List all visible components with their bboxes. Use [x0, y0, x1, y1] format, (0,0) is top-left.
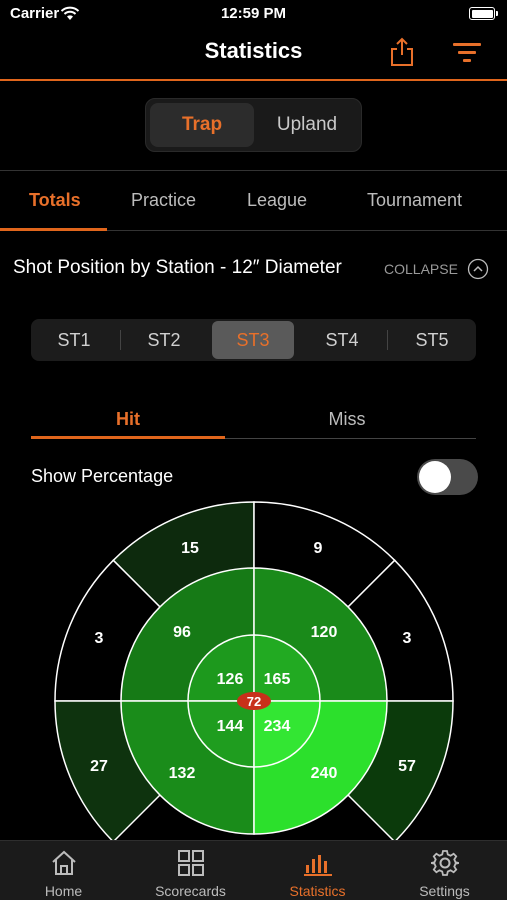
page-title: Statistics — [204, 38, 303, 63]
tab-practice[interactable]: Practice — [131, 190, 196, 211]
filter-icon[interactable] — [452, 40, 482, 64]
section-title: Shot Position by Station - 12″ Diameter — [13, 257, 342, 278]
inner-top-left-value: 126 — [217, 671, 244, 688]
middle-bottom-right-value: 240 — [311, 765, 338, 782]
divider — [120, 330, 121, 350]
tabbar-home-label: Home — [44, 883, 83, 899]
inner-bottom-right-value: 234 — [264, 718, 291, 735]
home-icon — [51, 850, 76, 875]
tabbar-settings[interactable]: Settings — [381, 841, 507, 900]
status-bar: Carrier 12:59 PM — [0, 0, 507, 30]
middle-bottom-left-value: 132 — [169, 765, 196, 782]
nav-divider — [0, 79, 507, 81]
hit-indicator — [31, 436, 225, 439]
toggle-knob — [419, 461, 451, 493]
tab-league[interactable]: League — [247, 190, 307, 211]
grid-icon — [177, 850, 204, 876]
chevron-up-icon[interactable] — [467, 258, 489, 280]
station-st5[interactable]: ST5 — [391, 321, 473, 359]
type-segment-control: Trap Upland — [145, 98, 362, 152]
segment-upland[interactable]: Upland — [256, 103, 358, 147]
outer-left-upper-value: 3 — [95, 630, 104, 647]
middle-top-left-value: 96 — [173, 624, 191, 641]
middle-top-right-value: 120 — [311, 624, 338, 641]
battery-icon — [469, 7, 498, 20]
tabbar-scorecards[interactable]: Scorecards — [127, 841, 254, 900]
outer-left-lower-value: 27 — [90, 758, 108, 775]
center-value: 72 — [247, 694, 261, 709]
collapse-button[interactable]: COLLAPSE — [384, 261, 458, 277]
station-st1[interactable]: ST1 — [33, 321, 115, 359]
station-st4[interactable]: ST4 — [301, 321, 383, 359]
divider — [387, 330, 388, 350]
outer-right-lower-value: 57 — [398, 758, 416, 775]
station-selector: ST1 ST2 ST3 ST4 ST5 — [31, 319, 476, 361]
shot-position-target: 15 9 3 3 27 57 96 120 132 240 126 165 14… — [54, 501, 454, 840]
outer-top-left-value: 15 — [181, 540, 199, 557]
show-percentage-label: Show Percentage — [31, 466, 174, 486]
tabbar-statistics[interactable]: Statistics — [254, 841, 381, 900]
status-time: 12:59 PM — [220, 5, 287, 22]
share-icon[interactable] — [389, 37, 415, 67]
tabbar-scorecards-label: Scorecards — [155, 883, 226, 899]
gear-icon — [430, 850, 459, 876]
tab-bar: Home Scorecards Statistics Settings — [0, 840, 507, 900]
inner-bottom-left-value: 144 — [217, 718, 244, 735]
tabbar-statistics-label: Statistics — [289, 883, 346, 899]
segment-trap[interactable]: Trap — [150, 103, 254, 147]
tab-hit[interactable]: Hit — [31, 409, 225, 430]
divider — [0, 170, 507, 171]
tabbar-home[interactable]: Home — [0, 841, 127, 900]
tab-tournament[interactable]: Tournament — [367, 190, 462, 211]
tabbar-settings-label: Settings — [419, 883, 470, 899]
station-st2[interactable]: ST2 — [123, 321, 205, 359]
tab-totals[interactable]: Totals — [29, 190, 81, 211]
outer-top-right-value: 9 — [314, 540, 323, 557]
outer-right-upper-value: 3 — [403, 630, 412, 647]
station-st3[interactable]: ST3 — [212, 321, 294, 359]
tab-miss[interactable]: Miss — [250, 409, 444, 430]
tab-indicator — [0, 228, 107, 231]
inner-top-right-value: 165 — [264, 671, 291, 688]
bar-chart-icon — [303, 855, 332, 876]
